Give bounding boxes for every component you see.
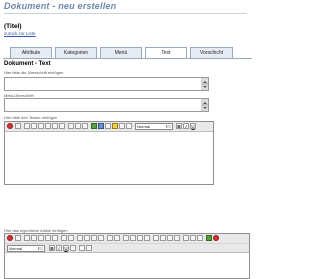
- flash-icon[interactable]: [213, 235, 219, 241]
- tab-kategorien[interactable]: Kategorien: [55, 47, 97, 58]
- bold-button[interactable]: B: [176, 123, 182, 129]
- print-icon[interactable]: [61, 235, 67, 241]
- article-toolbar-row-2: Normal B I U: [5, 243, 249, 253]
- undo-icon[interactable]: [77, 235, 83, 241]
- section-title: Dokument - Text: [4, 61, 51, 67]
- image-icon[interactable]: [206, 235, 212, 241]
- anchor-icon[interactable]: [197, 235, 203, 241]
- copy-icon[interactable]: [31, 123, 37, 129]
- image-icon[interactable]: [91, 123, 97, 129]
- unlink-icon[interactable]: [126, 123, 132, 129]
- unlink-icon[interactable]: [190, 235, 196, 241]
- undo-icon[interactable]: [52, 123, 58, 129]
- hr-icon[interactable]: [105, 123, 111, 129]
- paste-text-icon[interactable]: [45, 123, 51, 129]
- page-header-title: Dokument - neu erstellen: [4, 1, 117, 11]
- tab-baseline: [3, 58, 252, 59]
- tab-vorschicht[interactable]: Vorschicht: [190, 47, 233, 58]
- table-icon[interactable]: [98, 123, 104, 129]
- page-title: (Titel): [4, 23, 22, 30]
- align-left-icon[interactable]: [153, 235, 159, 241]
- spellcheck-icon[interactable]: [68, 235, 74, 241]
- copy-icon[interactable]: [31, 235, 37, 241]
- tab-label: Attribute: [21, 50, 41, 56]
- strikethrough-icon[interactable]: [70, 245, 76, 251]
- superscript-icon[interactable]: [86, 245, 92, 251]
- select-all-icon[interactable]: [107, 235, 113, 241]
- tab-attribute[interactable]: Attribute: [10, 47, 52, 58]
- redo-icon[interactable]: [84, 235, 90, 241]
- main-heading-textarea[interactable]: [4, 77, 209, 91]
- find-icon[interactable]: [91, 235, 97, 241]
- tab-menu[interactable]: Menü: [100, 47, 142, 58]
- tab-label: Menü: [114, 50, 128, 56]
- cut-icon[interactable]: [24, 235, 30, 241]
- find-icon[interactable]: [68, 123, 74, 129]
- tab-label: Kategorien: [63, 50, 89, 56]
- format-select[interactable]: Normal: [7, 245, 45, 252]
- teaser-editor[interactable]: Normal B I U: [4, 121, 214, 185]
- underline-button[interactable]: U: [190, 123, 196, 129]
- source-icon[interactable]: [15, 123, 21, 129]
- back-to-list-link[interactable]: zurück zur Liste: [4, 31, 36, 36]
- remove-format-icon[interactable]: [114, 235, 120, 241]
- link-icon[interactable]: [183, 235, 189, 241]
- help-icon[interactable]: [7, 235, 13, 241]
- paste-icon[interactable]: [38, 235, 44, 241]
- outdent-icon[interactable]: [137, 235, 143, 241]
- redo-icon[interactable]: [59, 123, 65, 129]
- paste-icon[interactable]: [38, 123, 44, 129]
- textarea-scrollbar[interactable]: [201, 78, 208, 90]
- paste-word-icon[interactable]: [52, 235, 58, 241]
- format-select[interactable]: Normal: [135, 123, 173, 130]
- help-icon[interactable]: [7, 123, 13, 129]
- source-icon[interactable]: [15, 235, 21, 241]
- scroll-down-icon[interactable]: [202, 105, 208, 111]
- scroll-down-icon[interactable]: [202, 84, 208, 90]
- link-icon[interactable]: [119, 123, 125, 129]
- header-divider: [4, 13, 247, 14]
- meta-heading-textarea[interactable]: [4, 98, 209, 112]
- replace-icon[interactable]: [98, 235, 104, 241]
- tab-label: Text: [161, 50, 171, 56]
- cut-icon[interactable]: [24, 123, 30, 129]
- underline-button[interactable]: U: [63, 245, 69, 251]
- select-all-icon[interactable]: [82, 123, 88, 129]
- teaser-toolbar: Normal B I U: [5, 122, 213, 132]
- main-heading-label: Hier bitte die Überschrift einfügen: [4, 70, 64, 75]
- italic-button[interactable]: I: [56, 245, 62, 251]
- tab-label: Vorschicht: [199, 50, 224, 56]
- replace-icon[interactable]: [75, 123, 81, 129]
- indent-icon[interactable]: [144, 235, 150, 241]
- page-header: Dokument - neu erstellen: [0, 0, 255, 14]
- align-center-icon[interactable]: [160, 235, 166, 241]
- teaser-label: Hier bitte den Teaser einfügen: [4, 115, 58, 120]
- special-char-icon[interactable]: [112, 123, 118, 129]
- format-select-value: Normal: [9, 246, 22, 251]
- italic-button[interactable]: I: [183, 123, 189, 129]
- article-toolbar: Normal B I U: [5, 234, 249, 253]
- bold-button[interactable]: B: [49, 245, 55, 251]
- align-right-icon[interactable]: [167, 235, 173, 241]
- textarea-scrollbar[interactable]: [201, 99, 208, 111]
- align-justify-icon[interactable]: [174, 235, 180, 241]
- unordered-list-icon[interactable]: [130, 235, 136, 241]
- subscript-icon[interactable]: [79, 245, 85, 251]
- article-editor[interactable]: Normal B I U: [4, 233, 250, 279]
- ordered-list-icon[interactable]: [123, 235, 129, 241]
- format-select-value: Normal: [137, 124, 150, 129]
- paste-text-icon[interactable]: [45, 235, 51, 241]
